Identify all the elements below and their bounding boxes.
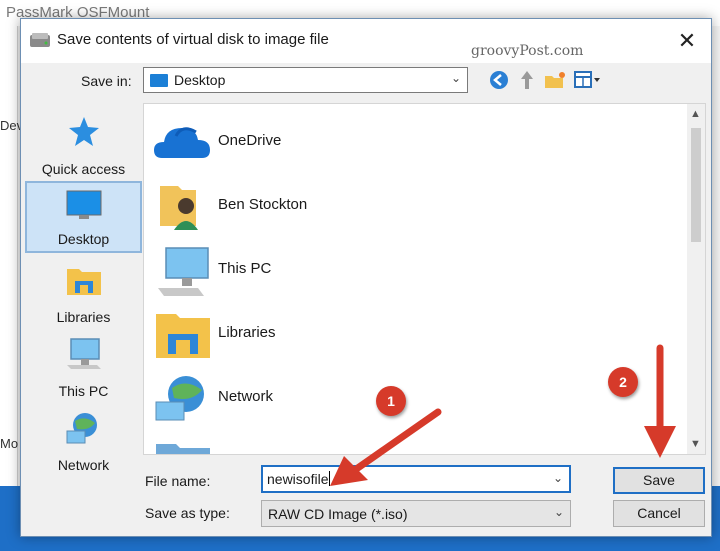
scroll-up-icon[interactable]: ▲ <box>690 108 701 120</box>
vertical-scrollbar[interactable]: ▲ ▼ <box>687 104 705 454</box>
scroll-down-icon[interactable]: ▼ <box>690 438 701 450</box>
place-label: Quick access <box>41 161 126 177</box>
place-label: Libraries <box>56 309 111 325</box>
save-in-label: Save in: <box>81 73 132 89</box>
file-name-label: File name: <box>145 473 211 489</box>
scroll-thumb[interactable] <box>691 128 701 242</box>
save-in-value: Desktop <box>174 72 226 88</box>
network-icon <box>155 376 204 421</box>
chevron-down-icon: ⌄ <box>553 505 564 519</box>
close-button[interactable]: ✕ <box>671 25 703 57</box>
cloud-icon <box>154 127 210 158</box>
place-desktop[interactable]: Desktop <box>25 181 142 253</box>
item-name: Libraries <box>218 324 276 341</box>
text-caret <box>329 471 331 486</box>
list-item-libraries[interactable]: Libraries <box>144 302 664 366</box>
item-name: Network <box>218 388 274 405</box>
watermark: groovyPost.com <box>471 43 584 59</box>
chevron-down-icon[interactable]: ⌄ <box>553 471 563 485</box>
place-libraries[interactable]: Libraries <box>25 257 142 329</box>
computer-icon <box>66 338 101 369</box>
item-name: OneDrive <box>218 132 282 149</box>
list-item-onedrive[interactable]: OneDrive <box>144 110 664 174</box>
desktop-icon <box>66 190 101 219</box>
background-right-edge <box>712 26 720 486</box>
user-folder-icon <box>160 186 198 230</box>
save-button[interactable]: Save <box>613 467 705 494</box>
step-badge-2: 2 <box>608 367 638 397</box>
star-icon <box>68 117 99 146</box>
step-badge-1: 1 <box>376 386 406 416</box>
save-in-dropdown[interactable]: Desktop ⌄ <box>143 67 468 93</box>
disk-icon <box>30 33 50 47</box>
file-list[interactable]: OneDrive Ben Stockton This PC Libraries … <box>143 103 706 455</box>
libraries-icon <box>156 314 210 358</box>
save-dialog: Save contents of virtual disk to image f… <box>20 18 712 537</box>
item-name: This PC <box>218 260 272 277</box>
libraries-icon <box>66 269 101 295</box>
list-item-ben-stockton[interactable]: Ben Stockton <box>144 174 664 238</box>
place-label: Network <box>57 457 110 473</box>
background-left-panel <box>0 26 18 486</box>
folder-icon <box>156 444 210 454</box>
network-icon <box>66 413 97 444</box>
up-folder-icon[interactable] <box>515 69 539 91</box>
new-folder-icon[interactable] <box>543 69 567 91</box>
place-this-pc[interactable]: This PC <box>25 331 142 403</box>
cancel-button[interactable]: Cancel <box>613 500 705 527</box>
save-as-type-value: RAW CD Image (*.iso) <box>268 506 408 522</box>
list-item-partial-folder[interactable] <box>144 430 664 454</box>
file-name-value: newisofile <box>267 471 329 487</box>
place-network[interactable]: Network <box>25 405 142 477</box>
item-name: Ben Stockton <box>218 196 308 213</box>
save-as-type-label: Save as type: <box>145 505 230 521</box>
chevron-down-icon: ⌄ <box>450 71 461 85</box>
background-mount-label: Mo <box>0 436 19 451</box>
save-as-type-dropdown[interactable]: RAW CD Image (*.iso) ⌄ <box>261 500 571 527</box>
place-label: Desktop <box>57 231 110 247</box>
places-bar: Quick access Desktop Libraries This PC N… <box>25 103 142 473</box>
view-menu-icon[interactable] <box>573 69 603 91</box>
place-label: This PC <box>58 383 109 399</box>
dialog-title: Save contents of virtual disk to image f… <box>57 31 329 48</box>
computer-icon <box>158 247 209 296</box>
back-icon[interactable] <box>487 69 511 91</box>
place-quick-access[interactable]: Quick access <box>25 109 142 181</box>
dialog-titlebar: Save contents of virtual disk to image f… <box>21 19 711 63</box>
desktop-folder-icon <box>150 74 168 87</box>
list-item-this-pc[interactable]: This PC <box>144 238 664 302</box>
file-name-input[interactable]: newisofile ⌄ <box>261 465 571 493</box>
